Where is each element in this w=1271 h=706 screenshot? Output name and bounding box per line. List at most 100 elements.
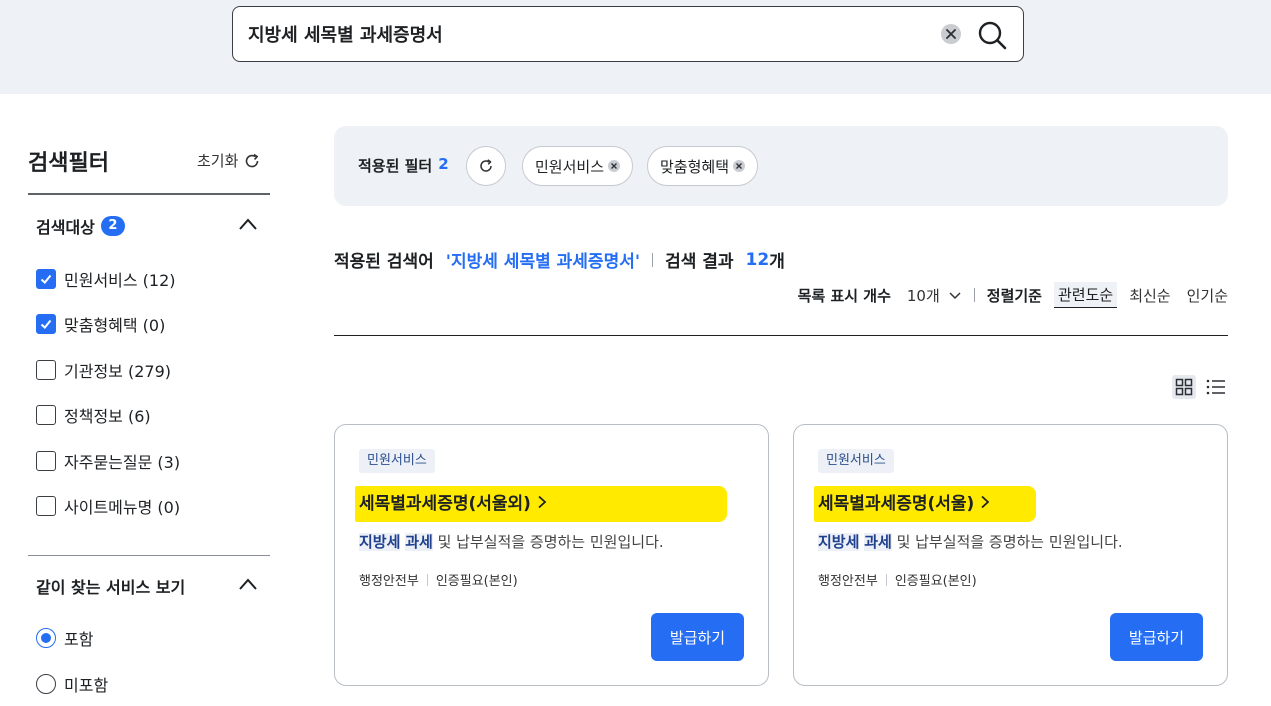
- radio-include[interactable]: 포함: [36, 626, 93, 650]
- chevron-down-icon: [949, 292, 961, 300]
- applied-filter-text: 적용된 필터: [358, 157, 433, 175]
- result-card: 민원서비스 세목별과세증명(서울) 지방세 과세 및 납부실적을 증명하는 민원…: [793, 424, 1228, 686]
- checkbox-unchecked-icon: [36, 451, 56, 471]
- close-icon[interactable]: [733, 160, 746, 172]
- checkbox-unchecked-icon: [36, 496, 56, 516]
- search-target-heading: 검색대상 2: [36, 214, 125, 238]
- result-description: 지방세 과세 및 납부실적을 증명하는 민원입니다.: [359, 531, 664, 552]
- search-summary: 적용된 검색어 '지방세 세목별 과세증명서' 검색 결과 12 개: [334, 247, 785, 273]
- checkbox-label: 자주묻는질문 (3): [64, 453, 181, 472]
- filter-title: 검색필터: [28, 151, 109, 176]
- checkbox-faq[interactable]: 자주묻는질문 (3): [36, 449, 180, 473]
- page-size-label: 목록 표시 개수: [797, 286, 891, 305]
- related-services-heading: 같이 찾는 서비스 보기: [36, 574, 185, 598]
- page-size-select[interactable]: 10개: [907, 285, 962, 306]
- radio-exclude[interactable]: 미포함: [36, 672, 108, 696]
- chevron-right-icon: [981, 495, 990, 508]
- result-title-link[interactable]: 세목별과세증명(서울): [818, 489, 990, 514]
- result-title: 세목별과세증명(서울): [818, 494, 975, 514]
- separator: [426, 573, 428, 586]
- issue-button[interactable]: 발급하기: [651, 613, 744, 661]
- close-icon[interactable]: [608, 160, 621, 172]
- radio-unselected-icon: [36, 674, 56, 694]
- close-icon: [946, 29, 956, 39]
- applied-filter-count: 2: [438, 155, 449, 173]
- checkbox-custom-benefit[interactable]: 맞춤형혜택 (0): [36, 312, 165, 336]
- agency-name: 행정안전부: [359, 574, 419, 589]
- radio-label: 미포함: [64, 676, 109, 695]
- search-icon[interactable]: [975, 18, 1009, 52]
- chevron-right-icon: [538, 495, 547, 508]
- checkbox-label: 정책정보 (6): [64, 407, 151, 426]
- separator: [652, 252, 654, 267]
- category-tag: 민원서비스: [359, 449, 435, 473]
- filter-chip-label: 맞춤형혜택: [660, 157, 730, 176]
- separator: [973, 288, 975, 302]
- search-band: [0, 0, 1271, 94]
- checkbox-checked-icon: [36, 269, 56, 289]
- sort-popular[interactable]: 인기순: [1187, 285, 1228, 306]
- auth-requirement: 인증필요(본인): [435, 574, 518, 589]
- query-prefix: 적용된 검색어: [334, 252, 434, 272]
- result-unit: 개: [769, 252, 785, 272]
- sidebar-divider: [28, 193, 270, 195]
- radio-selected-icon: [36, 628, 56, 648]
- search-target-title: 검색대상: [36, 218, 95, 237]
- clear-search-button[interactable]: [941, 24, 961, 44]
- keyword-highlight: 지방세: [818, 533, 860, 551]
- applied-filter-label: 적용된 필터 2: [358, 155, 449, 176]
- radio-label: 포함: [64, 630, 94, 649]
- refresh-icon: [480, 159, 492, 172]
- checkbox-civil-service[interactable]: 민원서비스 (12): [36, 267, 176, 291]
- chevron-up-icon[interactable]: [238, 217, 258, 231]
- checkbox-agency-info[interactable]: 기관정보 (279): [36, 358, 171, 382]
- sort-label: 정렬기준: [986, 286, 1042, 305]
- description-text: 및 납부실적을 증명하는 민원입니다.: [891, 533, 1123, 551]
- result-count: 12: [745, 249, 770, 270]
- list-view-button[interactable]: [1204, 375, 1228, 399]
- keyword-highlight: 과세: [405, 533, 433, 551]
- list-options: 목록 표시 개수 10개 정렬기준 관련도순 최신순 인기순: [798, 282, 1228, 308]
- description-text: 및 납부실적을 증명하는 민원입니다.: [432, 533, 664, 551]
- filter-chip-custom-benefit[interactable]: 맞춤형혜택: [647, 146, 759, 186]
- query-value: '지방세 세목별 과세증명서': [445, 252, 641, 272]
- search-box: [232, 6, 1024, 62]
- search-input[interactable]: [248, 19, 928, 49]
- grid-icon: [1175, 378, 1193, 396]
- results-divider: [334, 335, 1228, 336]
- sidebar-divider: [28, 555, 270, 556]
- search-target-count-badge: 2: [100, 216, 125, 236]
- keyword-highlight: 지방세: [359, 533, 401, 551]
- result-description: 지방세 과세 및 납부실적을 증명하는 민원입니다.: [818, 531, 1123, 552]
- filter-chip-civil-service[interactable]: 민원서비스: [522, 146, 634, 186]
- result-label: 검색 결과: [665, 252, 734, 272]
- filter-refresh-button[interactable]: [466, 146, 506, 186]
- page-size-value: 10개: [906, 286, 940, 305]
- checkbox-policy-info[interactable]: 정책정보 (6): [36, 403, 151, 427]
- applied-filter-bar: 적용된 필터 2 민원서비스 맞춤형혜택: [334, 126, 1228, 206]
- result-card: 민원서비스 세목별과세증명(서울외) 지방세 과세 및 납부실적을 증명하는 민…: [334, 424, 769, 686]
- checkbox-label: 사이트메뉴명 (0): [64, 498, 181, 517]
- auth-requirement: 인증필요(본인): [894, 574, 977, 589]
- result-title-link[interactable]: 세목별과세증명(서울외): [359, 489, 547, 514]
- filter-chip-label: 민원서비스: [535, 157, 605, 176]
- agency-name: 행정안전부: [818, 574, 878, 589]
- checkbox-unchecked-icon: [36, 360, 56, 380]
- grid-view-button[interactable]: [1172, 375, 1196, 399]
- separator: [885, 573, 887, 586]
- checkbox-label: 기관정보 (279): [64, 362, 171, 381]
- issue-button[interactable]: 발급하기: [1110, 613, 1203, 661]
- checkbox-unchecked-icon: [36, 405, 56, 425]
- result-title: 세목별과세증명(서울외): [359, 494, 531, 514]
- checkbox-label: 민원서비스 (12): [64, 271, 176, 290]
- chevron-up-icon[interactable]: [238, 577, 258, 591]
- keyword-highlight: 과세: [864, 533, 892, 551]
- filter-reset-button[interactable]: 초기화: [197, 150, 260, 171]
- checkbox-label: 맞춤형혜택 (0): [64, 316, 166, 335]
- list-icon: [1206, 379, 1225, 395]
- sort-relevance[interactable]: 관련도순: [1053, 282, 1118, 308]
- checkbox-site-menu[interactable]: 사이트메뉴명 (0): [36, 494, 180, 518]
- sort-latest[interactable]: 최신순: [1129, 285, 1170, 306]
- checkbox-checked-icon: [36, 314, 56, 334]
- category-tag: 민원서비스: [818, 449, 894, 473]
